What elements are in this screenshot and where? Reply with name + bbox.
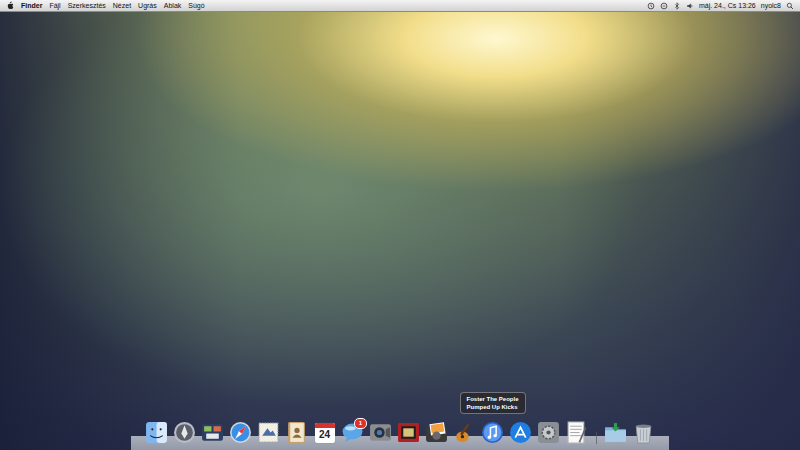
dock-item[interactable]: [201, 421, 224, 444]
dock-item[interactable]: [369, 421, 392, 444]
menu-user[interactable]: nyolc8: [761, 0, 781, 11]
calendar-date: 24: [319, 428, 330, 441]
time-machine-icon[interactable]: [647, 2, 655, 10]
apple-icon[interactable]: [6, 1, 14, 10]
desktop: Finder Fájl Szerkesztés Nézet Ugrás Ablak Súgó…: [0, 0, 800, 450]
tooltip-line: Pumped Up Kicks: [466, 403, 518, 411]
wallpaper: 24 1 Foster The PeoplePumped Up Kicks: [0, 12, 800, 450]
dock-item[interactable]: [397, 421, 420, 444]
menu-item[interactable]: Fájl: [49, 0, 60, 11]
dock-item[interactable]: [285, 421, 308, 444]
appstore-icon[interactable]: [509, 421, 532, 444]
sysprefs-icon[interactable]: [537, 421, 560, 444]
tooltip-line: Foster The People: [466, 395, 518, 403]
textedit-icon[interactable]: [565, 421, 588, 444]
dock-item[interactable]: [604, 421, 627, 444]
calendar-icon[interactable]: 24: [315, 423, 335, 443]
itunes-icon[interactable]: [481, 421, 504, 444]
dock-item[interactable]: [565, 421, 588, 444]
dock-item[interactable]: [145, 421, 168, 444]
launchpad-icon[interactable]: [173, 421, 196, 444]
downloads-icon[interactable]: [604, 421, 627, 444]
notification-badge: 1: [354, 418, 367, 429]
dock-item[interactable]: [229, 421, 252, 444]
menu-bar: Finder Fájl Szerkesztés Nézet Ugrás Ablak Súgó…: [0, 0, 800, 12]
menu-item[interactable]: Nézet: [113, 0, 131, 11]
menu-item[interactable]: Szerkesztés: [68, 0, 106, 11]
dock-separator: [593, 421, 599, 444]
menu-item[interactable]: Súgó: [188, 0, 204, 11]
contacts-icon[interactable]: [285, 421, 308, 444]
menu-clock[interactable]: máj. 24., Cs 13:26: [699, 0, 756, 11]
sync-icon[interactable]: [660, 2, 668, 10]
photobooth-icon[interactable]: [397, 421, 420, 444]
spotlight-icon[interactable]: [786, 2, 794, 10]
bluetooth-icon[interactable]: [673, 2, 681, 10]
separator-line: [596, 432, 597, 444]
volume-icon[interactable]: [686, 2, 694, 10]
dock-item[interactable]: 1: [341, 421, 364, 444]
trash-icon[interactable]: [632, 421, 655, 444]
dock-item[interactable]: [173, 421, 196, 444]
dock-tooltip: Foster The PeoplePumped Up Kicks: [459, 392, 525, 414]
iphoto-icon[interactable]: [425, 421, 448, 444]
dock-item[interactable]: 24: [313, 421, 336, 444]
menu-app-name[interactable]: Finder: [21, 0, 42, 11]
safari-icon[interactable]: [229, 421, 252, 444]
dock-item[interactable]: [453, 421, 476, 444]
missioncontrol-icon[interactable]: [201, 421, 224, 444]
mail-icon[interactable]: [257, 421, 280, 444]
menu-item[interactable]: Ugrás: [138, 0, 157, 11]
menu-item[interactable]: Ablak: [164, 0, 182, 11]
facetime-icon[interactable]: [369, 421, 392, 444]
dock-item[interactable]: [632, 421, 655, 444]
dock-item[interactable]: [509, 421, 532, 444]
dock-item[interactable]: [425, 421, 448, 444]
garageband-icon[interactable]: [453, 421, 476, 444]
finder-icon[interactable]: [145, 421, 168, 444]
dock: 24 1 Foster The PeoplePumped Up Kicks: [131, 421, 669, 450]
dock-item[interactable]: Foster The PeoplePumped Up Kicks: [481, 421, 504, 444]
dock-item[interactable]: [537, 421, 560, 444]
dock-item[interactable]: [257, 421, 280, 444]
